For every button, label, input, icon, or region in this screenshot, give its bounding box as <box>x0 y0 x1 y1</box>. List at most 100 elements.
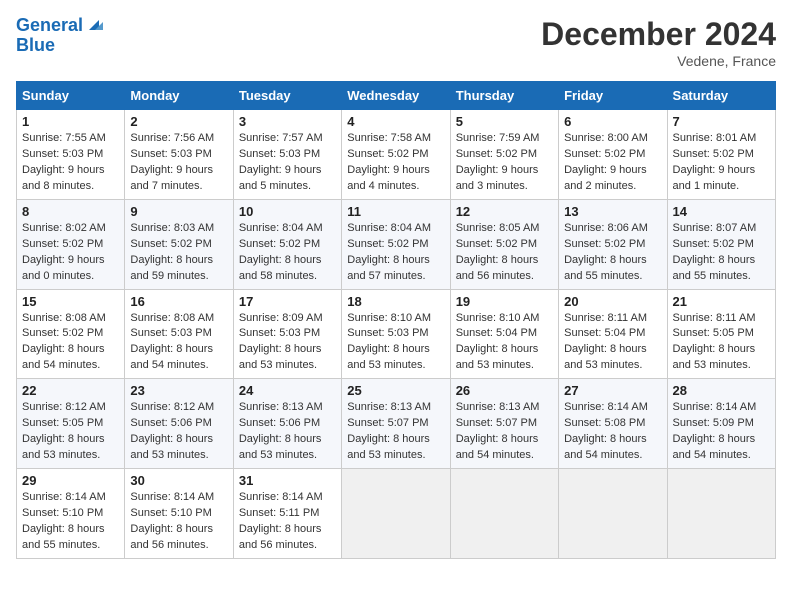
sunrise-label: Sunrise: 8:13 AM <box>347 401 431 413</box>
sunset-label: Sunset: 5:02 PM <box>564 148 645 160</box>
sunrise-label: Sunrise: 8:01 AM <box>673 132 757 144</box>
daylight-label: Daylight: 8 hours and 54 minutes. <box>673 433 756 461</box>
day-info: Sunrise: 7:58 AM Sunset: 5:02 PM Dayligh… <box>347 131 444 195</box>
daylight-label: Daylight: 8 hours and 53 minutes. <box>673 343 756 371</box>
day-info: Sunrise: 8:05 AM Sunset: 5:02 PM Dayligh… <box>456 221 553 285</box>
day-number: 9 <box>130 204 227 219</box>
daylight-label: Daylight: 8 hours and 55 minutes. <box>564 254 647 282</box>
daylight-label: Daylight: 9 hours and 5 minutes. <box>239 164 322 192</box>
day-info: Sunrise: 8:00 AM Sunset: 5:02 PM Dayligh… <box>564 131 661 195</box>
logo-bird-icon <box>85 16 103 34</box>
sunset-label: Sunset: 5:02 PM <box>456 148 537 160</box>
sunset-label: Sunset: 5:11 PM <box>239 507 320 519</box>
calendar-cell: 31 Sunrise: 8:14 AM Sunset: 5:11 PM Dayl… <box>233 469 341 559</box>
day-number: 17 <box>239 294 336 309</box>
day-info: Sunrise: 8:14 AM Sunset: 5:09 PM Dayligh… <box>673 400 770 464</box>
day-number: 20 <box>564 294 661 309</box>
calendar-table: SundayMondayTuesdayWednesdayThursdayFrid… <box>16 81 776 559</box>
day-info: Sunrise: 8:13 AM Sunset: 5:07 PM Dayligh… <box>456 400 553 464</box>
day-number: 23 <box>130 383 227 398</box>
sunrise-label: Sunrise: 8:14 AM <box>564 401 648 413</box>
calendar-cell: 23 Sunrise: 8:12 AM Sunset: 5:06 PM Dayl… <box>125 379 233 469</box>
daylight-label: Daylight: 8 hours and 53 minutes. <box>239 433 322 461</box>
sunrise-label: Sunrise: 7:56 AM <box>130 132 214 144</box>
calendar-cell: 22 Sunrise: 8:12 AM Sunset: 5:05 PM Dayl… <box>17 379 125 469</box>
page-header: General Blue December 2024 Vedene, Franc… <box>16 16 776 69</box>
daylight-label: Daylight: 8 hours and 54 minutes. <box>22 343 105 371</box>
sunset-label: Sunset: 5:02 PM <box>22 238 103 250</box>
sunrise-label: Sunrise: 8:14 AM <box>673 401 757 413</box>
sunset-label: Sunset: 5:02 PM <box>673 238 754 250</box>
daylight-label: Daylight: 9 hours and 8 minutes. <box>22 164 105 192</box>
sunrise-label: Sunrise: 8:10 AM <box>456 312 540 324</box>
sunrise-label: Sunrise: 8:12 AM <box>22 401 106 413</box>
sunrise-label: Sunrise: 7:58 AM <box>347 132 431 144</box>
sunset-label: Sunset: 5:02 PM <box>673 148 754 160</box>
daylight-label: Daylight: 9 hours and 4 minutes. <box>347 164 430 192</box>
sunset-label: Sunset: 5:07 PM <box>456 417 537 429</box>
day-info: Sunrise: 8:11 AM Sunset: 5:05 PM Dayligh… <box>673 311 770 375</box>
day-number: 24 <box>239 383 336 398</box>
calendar-cell: 12 Sunrise: 8:05 AM Sunset: 5:02 PM Dayl… <box>450 199 558 289</box>
day-number: 21 <box>673 294 770 309</box>
daylight-label: Daylight: 8 hours and 54 minutes. <box>564 433 647 461</box>
calendar-cell: 15 Sunrise: 8:08 AM Sunset: 5:02 PM Dayl… <box>17 289 125 379</box>
day-info: Sunrise: 8:14 AM Sunset: 5:10 PM Dayligh… <box>130 490 227 554</box>
daylight-label: Daylight: 9 hours and 3 minutes. <box>456 164 539 192</box>
day-number: 16 <box>130 294 227 309</box>
day-number: 11 <box>347 204 444 219</box>
day-info: Sunrise: 8:04 AM Sunset: 5:02 PM Dayligh… <box>347 221 444 285</box>
sunrise-label: Sunrise: 8:14 AM <box>239 491 323 503</box>
day-info: Sunrise: 8:11 AM Sunset: 5:04 PM Dayligh… <box>564 311 661 375</box>
sunset-label: Sunset: 5:05 PM <box>22 417 103 429</box>
daylight-label: Daylight: 9 hours and 0 minutes. <box>22 254 105 282</box>
calendar-cell: 30 Sunrise: 8:14 AM Sunset: 5:10 PM Dayl… <box>125 469 233 559</box>
sunset-label: Sunset: 5:03 PM <box>239 148 320 160</box>
day-info: Sunrise: 8:03 AM Sunset: 5:02 PM Dayligh… <box>130 221 227 285</box>
day-number: 31 <box>239 473 336 488</box>
day-number: 28 <box>673 383 770 398</box>
sunset-label: Sunset: 5:02 PM <box>130 238 211 250</box>
weekday-header: Thursday <box>450 82 558 110</box>
daylight-label: Daylight: 9 hours and 2 minutes. <box>564 164 647 192</box>
sunrise-label: Sunrise: 8:11 AM <box>564 312 647 324</box>
daylight-label: Daylight: 8 hours and 56 minutes. <box>456 254 539 282</box>
calendar-cell: 6 Sunrise: 8:00 AM Sunset: 5:02 PM Dayli… <box>559 110 667 200</box>
day-number: 29 <box>22 473 119 488</box>
sunrise-label: Sunrise: 8:13 AM <box>239 401 323 413</box>
day-info: Sunrise: 8:13 AM Sunset: 5:06 PM Dayligh… <box>239 400 336 464</box>
sunset-label: Sunset: 5:05 PM <box>673 327 754 339</box>
day-number: 10 <box>239 204 336 219</box>
sunrise-label: Sunrise: 8:05 AM <box>456 222 540 234</box>
day-info: Sunrise: 8:10 AM Sunset: 5:03 PM Dayligh… <box>347 311 444 375</box>
calendar-cell: 26 Sunrise: 8:13 AM Sunset: 5:07 PM Dayl… <box>450 379 558 469</box>
sunrise-label: Sunrise: 7:55 AM <box>22 132 106 144</box>
calendar-cell: 9 Sunrise: 8:03 AM Sunset: 5:02 PM Dayli… <box>125 199 233 289</box>
calendar-cell <box>450 469 558 559</box>
sunset-label: Sunset: 5:06 PM <box>239 417 320 429</box>
daylight-label: Daylight: 8 hours and 53 minutes. <box>564 343 647 371</box>
day-number: 12 <box>456 204 553 219</box>
day-number: 8 <box>22 204 119 219</box>
sunrise-label: Sunrise: 8:13 AM <box>456 401 540 413</box>
daylight-label: Daylight: 8 hours and 59 minutes. <box>130 254 213 282</box>
day-number: 18 <box>347 294 444 309</box>
day-info: Sunrise: 8:01 AM Sunset: 5:02 PM Dayligh… <box>673 131 770 195</box>
calendar-cell: 27 Sunrise: 8:14 AM Sunset: 5:08 PM Dayl… <box>559 379 667 469</box>
location: Vedene, France <box>541 53 776 69</box>
daylight-label: Daylight: 8 hours and 53 minutes. <box>347 433 430 461</box>
logo-text: General <box>16 16 83 36</box>
sunrise-label: Sunrise: 8:07 AM <box>673 222 757 234</box>
day-info: Sunrise: 8:13 AM Sunset: 5:07 PM Dayligh… <box>347 400 444 464</box>
day-info: Sunrise: 7:57 AM Sunset: 5:03 PM Dayligh… <box>239 131 336 195</box>
sunrise-label: Sunrise: 8:04 AM <box>347 222 431 234</box>
daylight-label: Daylight: 8 hours and 53 minutes. <box>347 343 430 371</box>
calendar-cell: 29 Sunrise: 8:14 AM Sunset: 5:10 PM Dayl… <box>17 469 125 559</box>
calendar-cell: 25 Sunrise: 8:13 AM Sunset: 5:07 PM Dayl… <box>342 379 450 469</box>
weekday-header: Wednesday <box>342 82 450 110</box>
sunset-label: Sunset: 5:03 PM <box>239 327 320 339</box>
calendar-week-row: 22 Sunrise: 8:12 AM Sunset: 5:05 PM Dayl… <box>17 379 776 469</box>
sunset-label: Sunset: 5:03 PM <box>130 327 211 339</box>
calendar-cell: 5 Sunrise: 7:59 AM Sunset: 5:02 PM Dayli… <box>450 110 558 200</box>
sunset-label: Sunset: 5:10 PM <box>130 507 211 519</box>
